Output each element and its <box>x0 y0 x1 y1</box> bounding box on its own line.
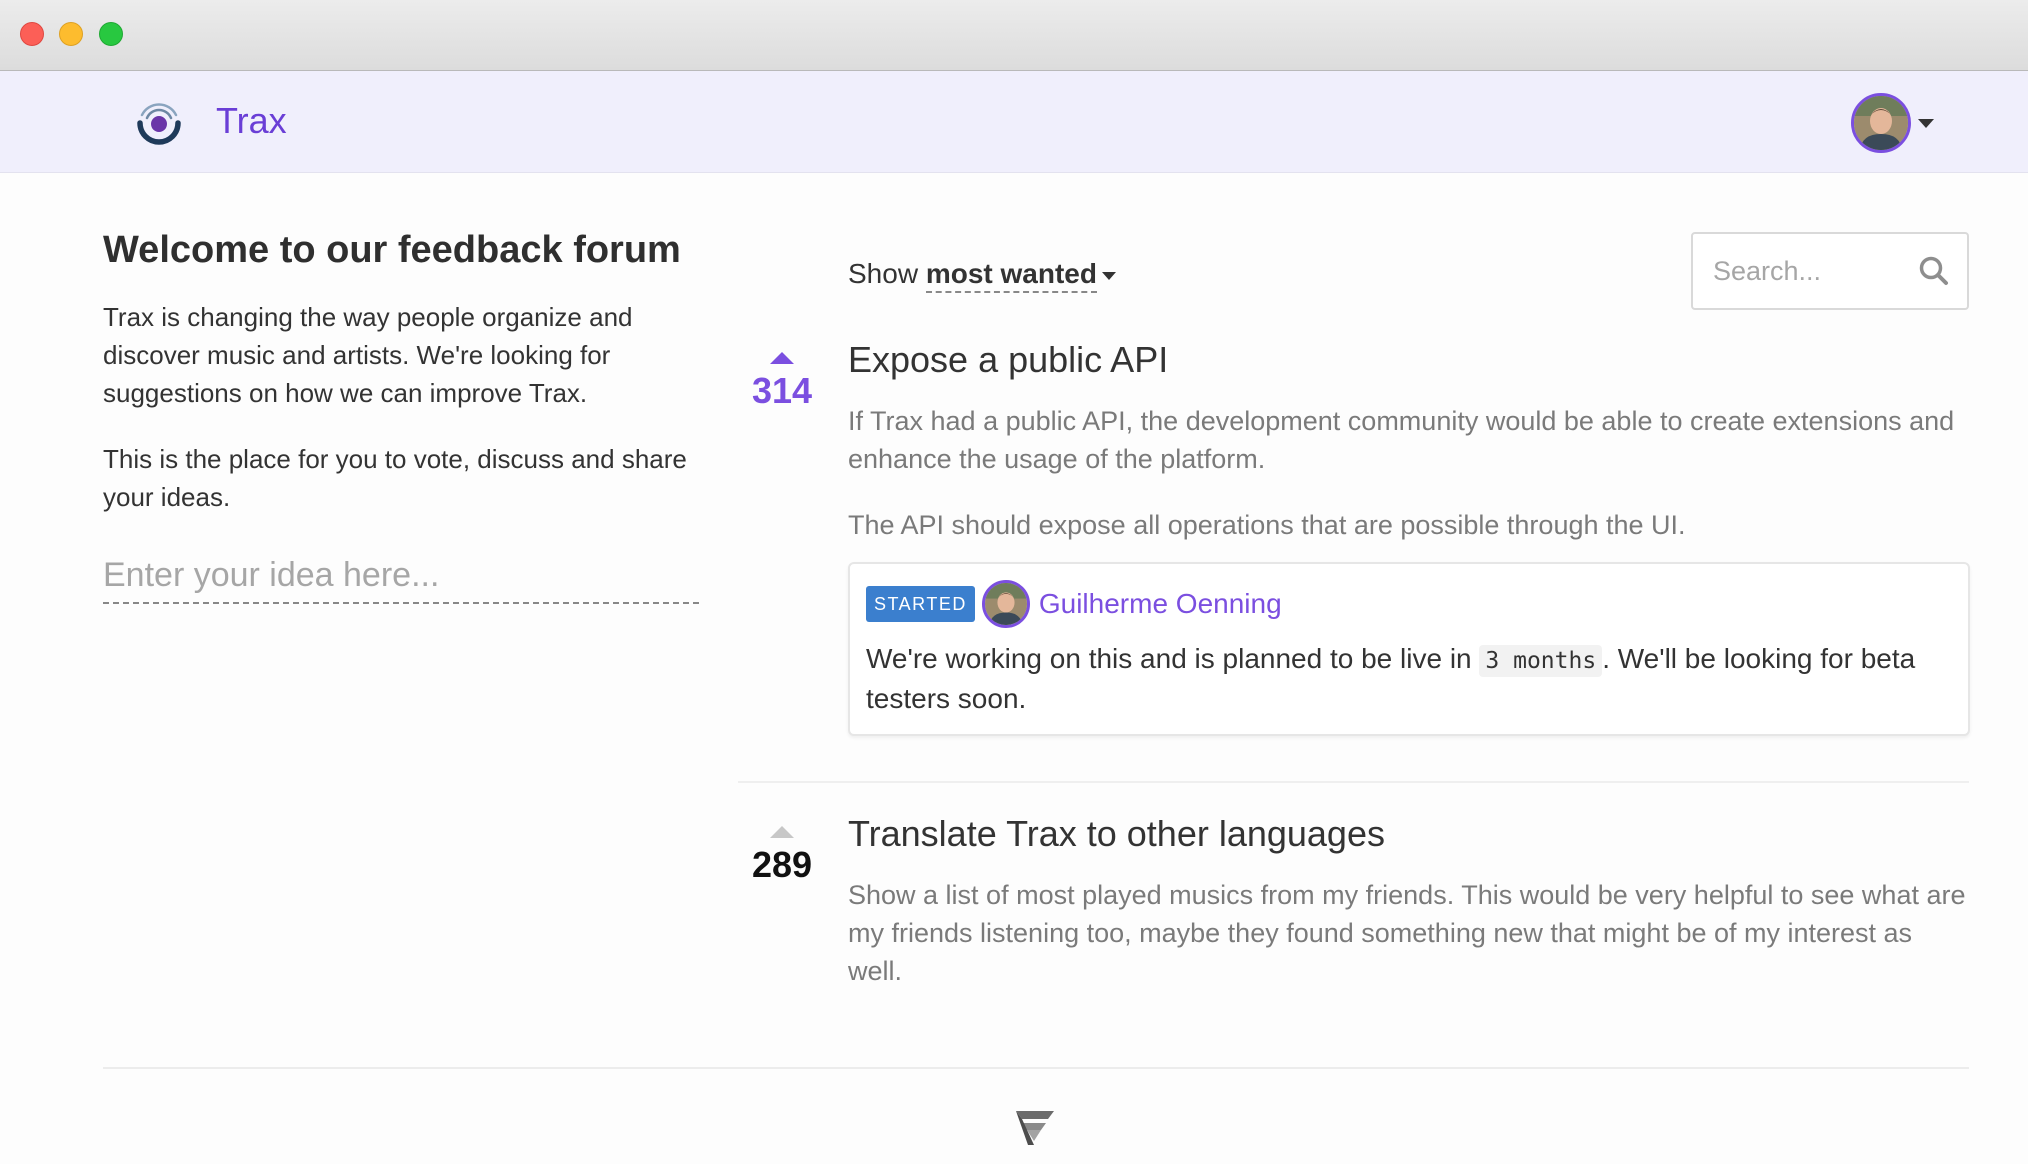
show-label: Show <box>848 258 919 289</box>
response-text-start: We're working on this and is planned to … <box>866 643 1480 674</box>
status-response-card: STARTED Guilherme Oenning We're working … <box>848 562 1970 736</box>
avatar-image <box>1854 96 1908 150</box>
footer-divider <box>103 1067 1969 1069</box>
search-input[interactable] <box>1713 250 1913 292</box>
response-code: 3 months <box>1479 645 1603 677</box>
vote-counter[interactable]: 314 <box>740 352 824 412</box>
sort-filter: Show most wanted <box>848 258 1116 293</box>
author-name[interactable]: Guilherme Oenning <box>1039 588 1282 620</box>
idea-title[interactable]: Translate Trax to other languages <box>848 812 1970 856</box>
minimize-icon[interactable] <box>59 22 83 46</box>
fider-logo-icon[interactable] <box>1014 1107 1056 1147</box>
response-text: We're working on this and is planned to … <box>866 640 1952 718</box>
idea-description: Show a list of most played musics from m… <box>848 880 1966 986</box>
author-avatar-image <box>984 583 1027 625</box>
user-avatar[interactable] <box>1851 93 1911 153</box>
welcome-title: Welcome to our feedback forum <box>103 229 681 271</box>
vote-counter[interactable]: 289 <box>740 826 824 886</box>
idea-description: The API should expose all operations tha… <box>848 510 1686 540</box>
idea-body: Translate Trax to other languages Show a… <box>848 812 1970 990</box>
status-badge: STARTED <box>866 586 975 622</box>
maximize-icon[interactable] <box>99 22 123 46</box>
vote-count: 289 <box>751 844 813 885</box>
app-window: Trax Welcome to our feedback forum Trax … <box>0 0 2028 1164</box>
search-box <box>1691 232 1969 310</box>
caret-down-icon[interactable] <box>1918 119 1934 128</box>
window-titlebar <box>0 0 2028 71</box>
welcome-cta: This is the place for you to vote, discu… <box>103 444 687 512</box>
idea-description: If Trax had a public API, the developmen… <box>848 406 1955 474</box>
search-icon[interactable] <box>1917 254 1951 288</box>
trax-logo-icon[interactable] <box>130 93 188 151</box>
brand-name[interactable]: Trax <box>216 99 287 143</box>
vote-count: 314 <box>751 370 813 411</box>
upvote-arrow-icon[interactable] <box>770 352 794 364</box>
welcome-intro: Trax is changing the way people organize… <box>103 302 633 408</box>
response-header: STARTED Guilherme Oenning <box>866 580 1952 628</box>
idea-input[interactable] <box>103 554 699 604</box>
upvote-arrow-icon[interactable] <box>770 826 794 838</box>
sort-caret-icon[interactable] <box>1101 271 1116 280</box>
close-icon[interactable] <box>20 22 44 46</box>
author-avatar <box>981 580 1030 628</box>
idea-body: Expose a public API If Trax had a public… <box>848 338 1970 736</box>
welcome-panel: Welcome to our feedback forum Trax is ch… <box>103 220 703 604</box>
app-header: Trax <box>0 71 2028 173</box>
idea-title[interactable]: Expose a public API <box>848 338 1970 382</box>
idea-divider <box>738 781 1969 783</box>
sort-dropdown[interactable]: most wanted <box>925 258 1097 293</box>
